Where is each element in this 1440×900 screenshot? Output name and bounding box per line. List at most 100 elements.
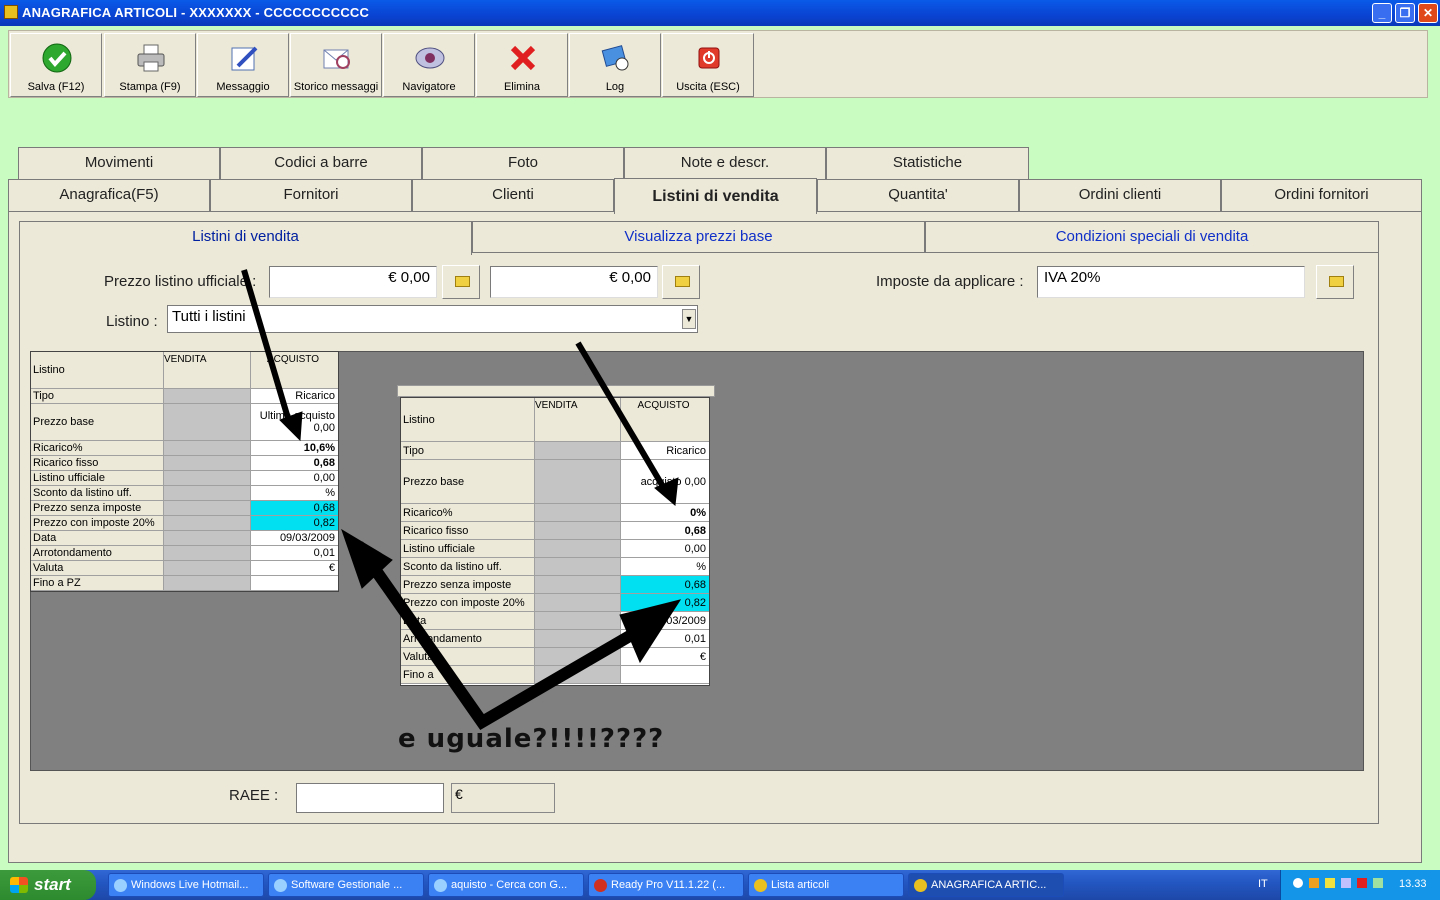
- grid-cell-acquisto[interactable]: [251, 576, 338, 590]
- subtab-visualizza-prezzi-base[interactable]: Visualizza prezzi base: [472, 221, 925, 253]
- exit-button[interactable]: Uscita (ESC): [662, 33, 754, 97]
- folder-button-3[interactable]: [1316, 265, 1354, 299]
- tray-icon[interactable]: [1373, 878, 1383, 888]
- grid-cell-acquisto[interactable]: %: [621, 558, 709, 575]
- grid-cell-vendita[interactable]: [535, 540, 621, 557]
- grid-cell-vendita[interactable]: [164, 531, 251, 545]
- tab-note-e-descr[interactable]: Note e descr.: [624, 147, 826, 180]
- grid-cell-acquisto[interactable]: Ricarico: [251, 389, 338, 403]
- chevron-down-icon[interactable]: ▼: [682, 309, 696, 329]
- grid-row[interactable]: Ricarico fisso 0,68: [401, 522, 709, 540]
- grid-cell-vendita[interactable]: [535, 612, 621, 629]
- grid-cell-acquisto[interactable]: 0,68: [621, 522, 709, 539]
- grid-cell-vendita[interactable]: VENDITA: [535, 398, 621, 441]
- grid-row[interactable]: Listino ufficiale 0,00: [31, 471, 338, 486]
- grid-cell-vendita[interactable]: [164, 486, 251, 500]
- grid-cell-vendita[interactable]: [164, 471, 251, 485]
- grid-row[interactable]: Arrotondamento 0,01: [31, 546, 338, 561]
- tab-clienti[interactable]: Clienti: [412, 179, 614, 212]
- message-button[interactable]: Messaggio: [197, 33, 289, 97]
- grid-cell-vendita[interactable]: [535, 576, 621, 593]
- grid-cell-acquisto[interactable]: 0,68: [251, 501, 338, 515]
- grid-header-row[interactable]: Listino VENDITA ACQUISTO: [31, 352, 338, 389]
- tab-listini-di-vendita[interactable]: Listini di vendita: [614, 178, 817, 214]
- grid-cell-vendita[interactable]: [535, 504, 621, 521]
- tray-icon[interactable]: [1309, 878, 1319, 888]
- grid-row[interactable]: Sconto da listino uff.%: [401, 558, 709, 576]
- grid-row[interactable]: Prezzo base Ultimo acquisto 0,00: [31, 404, 338, 441]
- grid-cell-vendita[interactable]: [164, 546, 251, 560]
- task-search[interactable]: aquisto - Cerca con G...: [428, 873, 584, 897]
- grid-cell-acquisto[interactable]: ACQUISTO: [621, 398, 709, 441]
- grid-row[interactable]: Prezzo senza imposte 0,68: [31, 501, 338, 516]
- grid-cell-vendita[interactable]: [164, 561, 251, 575]
- task-ready-pro[interactable]: Ready Pro V11.1.22 (...: [588, 873, 744, 897]
- tray-icon[interactable]: [1293, 878, 1303, 888]
- subtab-listini-di-vendita[interactable]: Listini di vendita: [19, 221, 472, 255]
- grid-row[interactable]: Ricarico% 10,6%: [31, 441, 338, 456]
- grid-row[interactable]: Fino a: [401, 666, 709, 684]
- grid-cell-vendita[interactable]: [164, 501, 251, 515]
- grid-row[interactable]: Data 09/03/2009: [401, 612, 709, 630]
- folder-button-1[interactable]: [442, 265, 480, 299]
- grid-cell-acquisto[interactable]: acquisto 0,00: [621, 460, 709, 503]
- grid-cell-vendita[interactable]: [535, 648, 621, 665]
- raee-field[interactable]: [296, 783, 444, 813]
- task-lista-articoli[interactable]: Lista articoli: [748, 873, 904, 897]
- close-button[interactable]: ✕: [1418, 3, 1438, 23]
- tray-icon[interactable]: [1357, 878, 1367, 888]
- tab-movimenti[interactable]: Movimenti: [18, 147, 220, 180]
- tab-codici-a-barre[interactable]: Codici a barre: [220, 147, 422, 180]
- grid-row[interactable]: Prezzo senza imposte 0,68: [401, 576, 709, 594]
- tab-statistiche[interactable]: Statistiche: [826, 147, 1029, 180]
- grid-cell-acquisto[interactable]: ACQUISTO: [251, 352, 338, 388]
- grid-row[interactable]: Valuta €: [31, 561, 338, 576]
- grid-row[interactable]: Tipo Ricarico: [31, 389, 338, 404]
- task-anagrafica-articoli[interactable]: ANAGRAFICA ARTIC...: [908, 873, 1064, 897]
- minimize-button[interactable]: _: [1372, 3, 1392, 23]
- prezzo-listino-field-1[interactable]: € 0,00: [269, 266, 437, 298]
- folder-button-2[interactable]: [662, 265, 700, 299]
- grid-cell-acquisto[interactable]: 0,01: [251, 546, 338, 560]
- grid-row[interactable]: Ricarico% 0%: [401, 504, 709, 522]
- grid-row[interactable]: Sconto da listino uff.%: [31, 486, 338, 501]
- message-history-button[interactable]: Storico messaggi: [290, 33, 382, 97]
- grid-cell-acquisto[interactable]: 0,01: [621, 630, 709, 647]
- grid-cell-acquisto[interactable]: 0,68: [621, 576, 709, 593]
- start-button[interactable]: start: [0, 870, 96, 900]
- tab-quantita[interactable]: Quantita': [817, 179, 1019, 212]
- grid-cell-acquisto[interactable]: Ultimo acquisto 0,00: [251, 404, 338, 440]
- language-indicator[interactable]: IT: [1258, 878, 1268, 890]
- grid-cell-acquisto[interactable]: 0%: [621, 504, 709, 521]
- grid-cell-vendita[interactable]: [164, 441, 251, 455]
- grid-cell-vendita[interactable]: [535, 558, 621, 575]
- grid-row[interactable]: Arrotondamento 0,01: [401, 630, 709, 648]
- price-grid-2[interactable]: Listino VENDITA ACQUISTO Tipo Ricarico Prezzo…: [400, 397, 710, 686]
- navigator-button[interactable]: Navigatore: [383, 33, 475, 97]
- listino-select[interactable]: Tutti i listini ▼: [167, 305, 698, 333]
- grid-row[interactable]: Fino a PZ: [31, 576, 338, 591]
- grid-row[interactable]: Listino ufficiale 0,00: [401, 540, 709, 558]
- grid-cell-acquisto[interactable]: 10,6%: [251, 441, 338, 455]
- tab-foto[interactable]: Foto: [422, 147, 624, 180]
- tab-fornitori[interactable]: Fornitori: [210, 179, 412, 212]
- grid-cell-vendita[interactable]: [164, 404, 251, 440]
- grid-row[interactable]: Prezzo con imposte 20% 0,82: [401, 594, 709, 612]
- tab-ordini-fornitori[interactable]: Ordini fornitori: [1221, 179, 1422, 212]
- log-button[interactable]: Log: [569, 33, 661, 97]
- tab-anagrafica[interactable]: Anagrafica(F5): [8, 179, 210, 212]
- grid-row[interactable]: Prezzo base acquisto 0,00: [401, 460, 709, 504]
- grid-cell-acquisto[interactable]: 09/03/2009: [621, 612, 709, 629]
- task-hotmail[interactable]: Windows Live Hotmail...: [108, 873, 264, 897]
- grid-cell-vendita[interactable]: [535, 442, 621, 459]
- subtab-condizioni-speciali[interactable]: Condizioni speciali di vendita: [925, 221, 1379, 253]
- restore-button[interactable]: ❐: [1395, 3, 1415, 23]
- grid-cell-acquisto[interactable]: 0,00: [621, 540, 709, 557]
- shield-icon[interactable]: [1325, 878, 1335, 888]
- tab-ordini-clienti[interactable]: Ordini clienti: [1019, 179, 1221, 212]
- grid-cell-acquisto[interactable]: 0,82: [251, 516, 338, 530]
- grid-row[interactable]: Prezzo con imposte 20% 0,82: [31, 516, 338, 531]
- grid-row[interactable]: Data 09/03/2009: [31, 531, 338, 546]
- grid-cell-vendita[interactable]: [164, 389, 251, 403]
- save-button[interactable]: Salva (F12): [10, 33, 102, 97]
